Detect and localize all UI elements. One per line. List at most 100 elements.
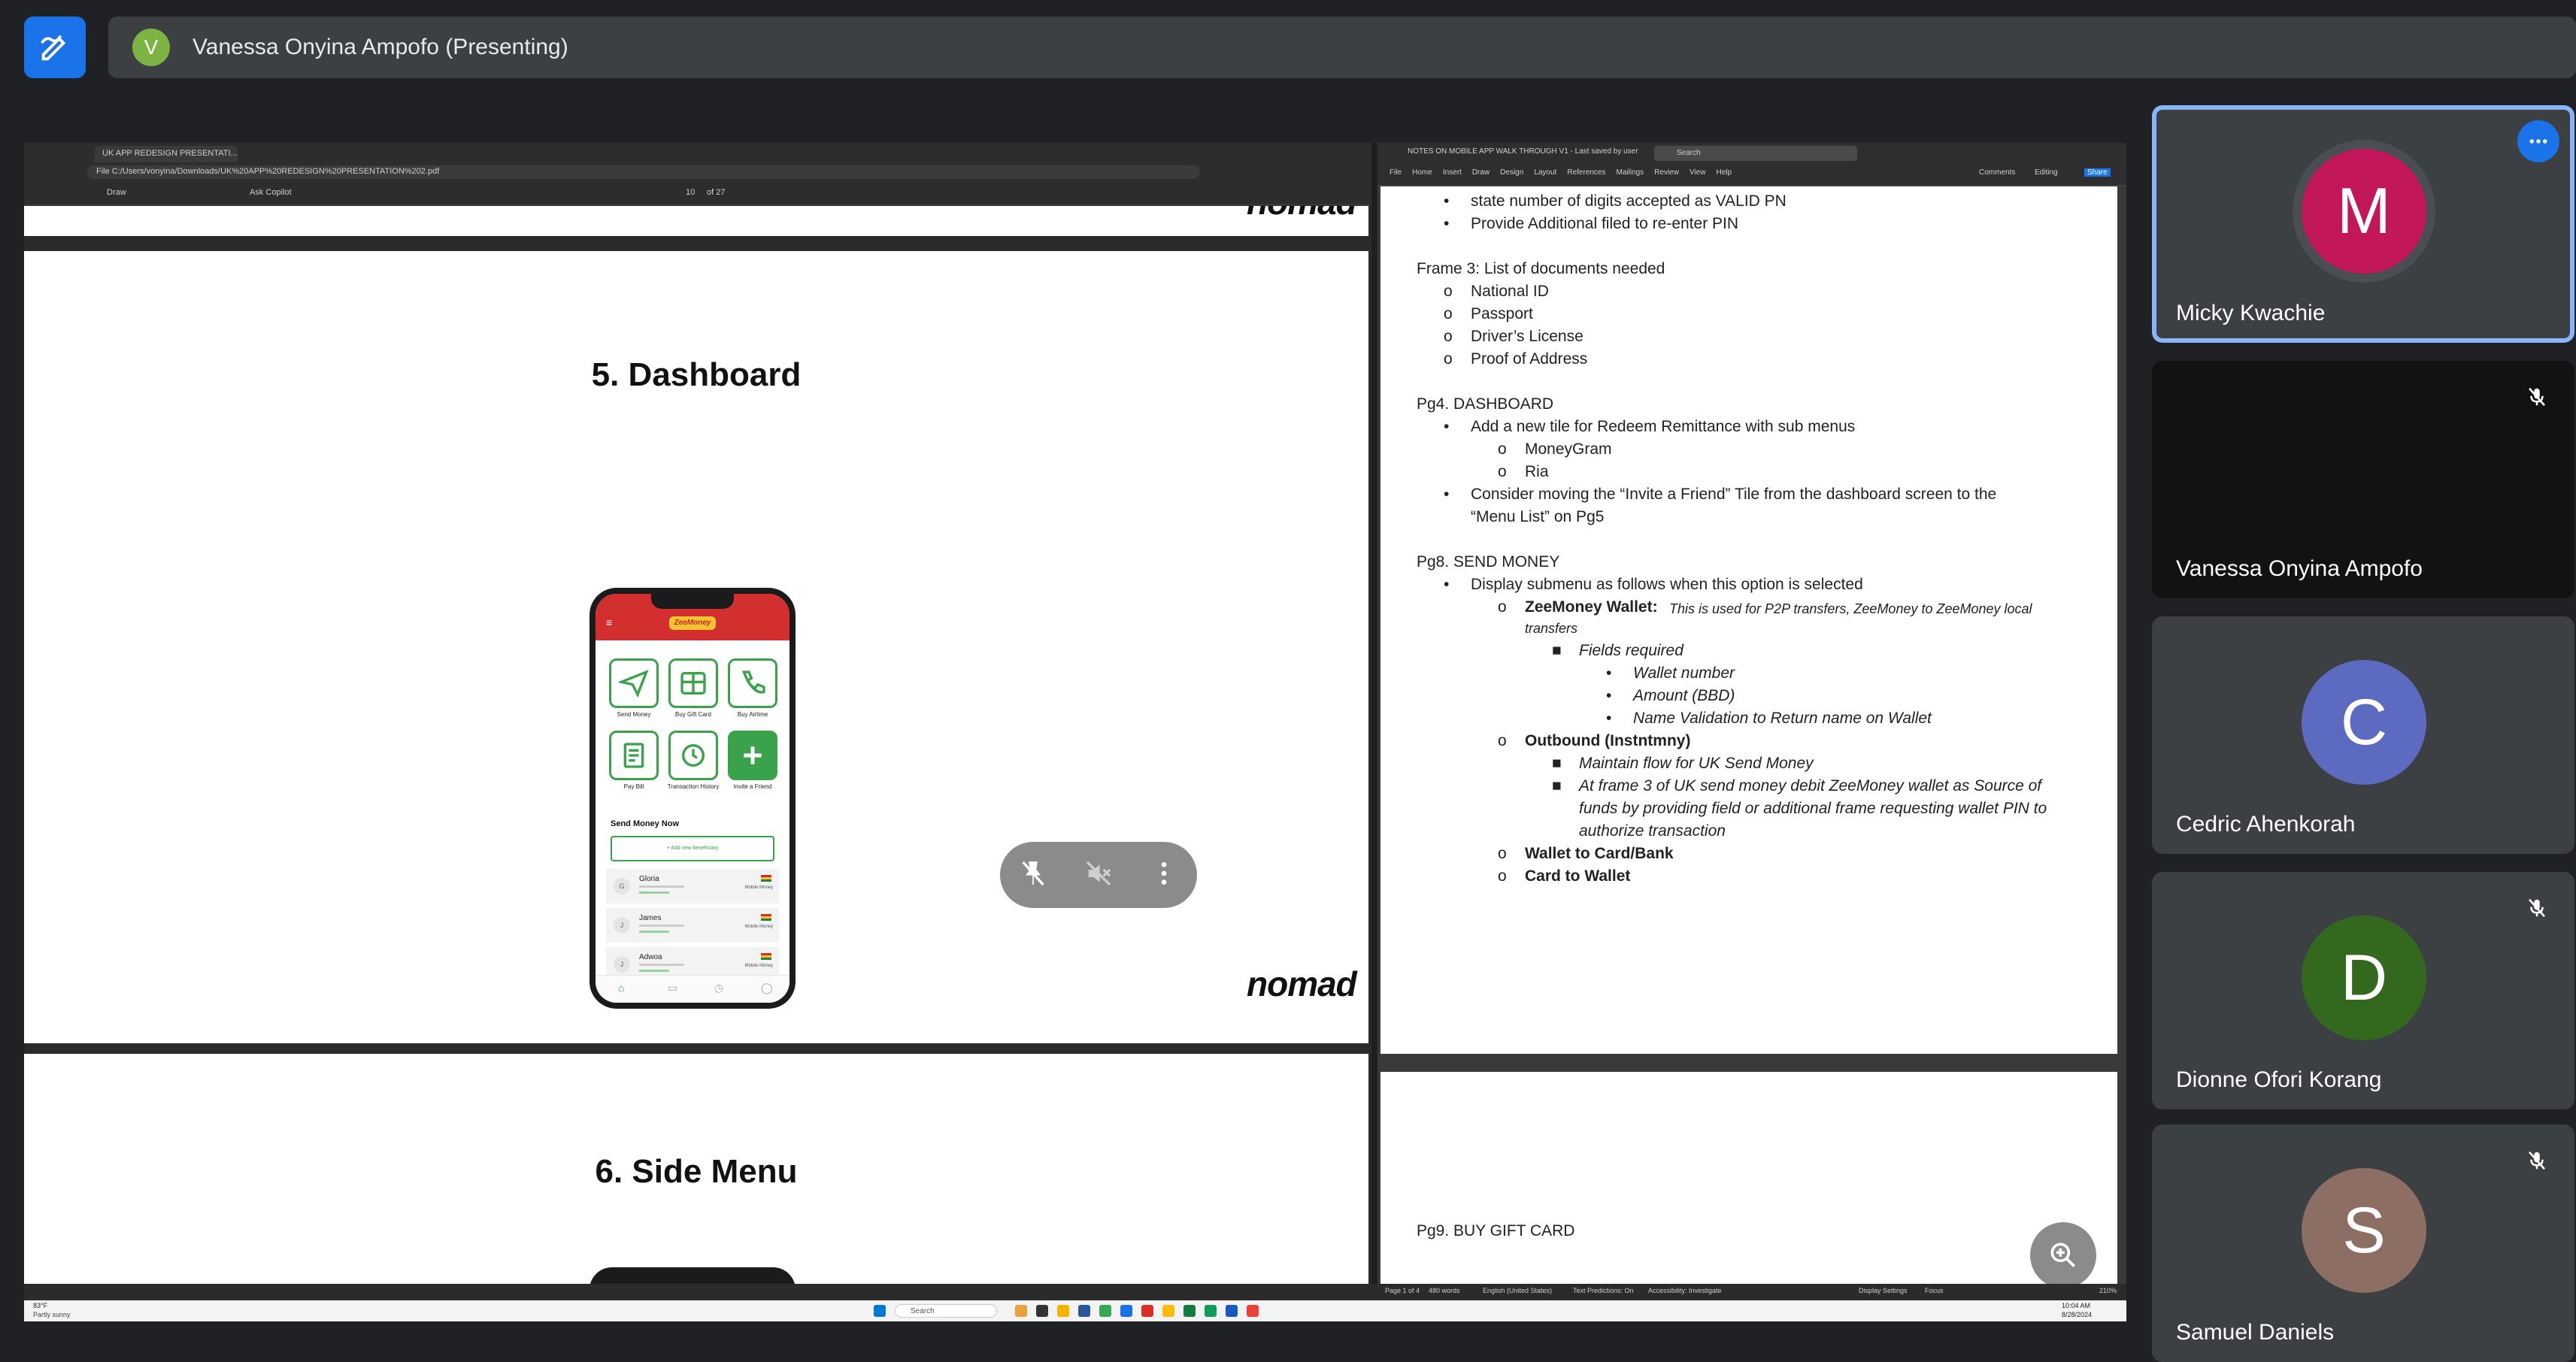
taskbar-app-icon[interactable] bbox=[1036, 1305, 1048, 1317]
participant-name: Vanessa Onyina Ampofo bbox=[2176, 556, 2423, 581]
ribbon-tab-draw[interactable]: Draw bbox=[1472, 168, 1490, 177]
share-button[interactable]: Share bbox=[2084, 168, 2111, 177]
ghana-flag-icon bbox=[761, 953, 771, 960]
floating-presentation-controls bbox=[1000, 842, 1197, 908]
doc-line: “Menu List” on Pg5 bbox=[1471, 508, 1605, 525]
profile-icon[interactable]: ◯ bbox=[761, 982, 773, 994]
participant-avatar: C bbox=[2302, 660, 2426, 785]
slide-title: 5. Dashboard bbox=[591, 356, 802, 393]
ghana-flag-icon bbox=[761, 914, 771, 921]
doc-line-bold: Wallet to Card/Bank bbox=[1525, 845, 1674, 862]
taskbar-app-icon[interactable] bbox=[1120, 1305, 1132, 1317]
taskbar-app-icon[interactable] bbox=[1226, 1305, 1238, 1317]
ribbon-tab-references[interactable]: References bbox=[1567, 168, 1605, 177]
pdf-ask-copilot-button[interactable]: Ask Copilot bbox=[250, 188, 292, 197]
ribbon-tab-insert[interactable]: Insert bbox=[1443, 168, 1462, 177]
participant-name: Dionne Ofori Korang bbox=[2176, 1067, 2382, 1092]
status-focus[interactable]: Focus bbox=[1925, 1287, 1944, 1294]
taskbar-app-icon[interactable] bbox=[1247, 1305, 1259, 1317]
doc-line-italic: Wallet number bbox=[1633, 664, 1735, 682]
clock-icon[interactable]: ◷ bbox=[714, 982, 723, 994]
taskbar-app-icon[interactable] bbox=[1183, 1305, 1196, 1317]
add-beneficiary-button[interactable]: + Add new beneficiary bbox=[611, 836, 774, 861]
taskbar-search[interactable]: Search bbox=[895, 1304, 997, 1318]
ribbon-tab-design[interactable]: Design bbox=[1500, 168, 1523, 177]
word-search-box[interactable]: Search bbox=[1654, 146, 1857, 161]
word-doc-title: NOTES ON MOBILE APP WALK THROUGH V1 - La… bbox=[1408, 147, 1638, 156]
more-options-button[interactable] bbox=[2517, 120, 2559, 162]
bill-icon bbox=[623, 743, 644, 768]
pdf-draw-button[interactable]: Draw bbox=[107, 188, 126, 197]
status-zoom[interactable]: 210% bbox=[2099, 1287, 2117, 1294]
more-options-icon[interactable] bbox=[1149, 858, 1179, 892]
pay-bill-tile[interactable] bbox=[609, 731, 659, 780]
ribbon-tab-home[interactable]: Home bbox=[1412, 168, 1432, 177]
doc-line: National ID bbox=[1471, 283, 1549, 300]
pen-edit-icon bbox=[41, 35, 66, 61]
pdf-tab-title: UK APP REDESIGN PRESENTATI... bbox=[102, 149, 238, 158]
beneficiary-provider: Mobile Money bbox=[744, 925, 773, 929]
participant-tile-dionne[interactable]: D Dionne Ofori Korang bbox=[2152, 872, 2574, 1109]
beneficiary-avatar: J bbox=[614, 917, 630, 934]
pdf-address-bar[interactable]: File C:/Users/vonyina/Downloads/UK%20APP… bbox=[87, 165, 1200, 179]
beneficiary-name: Gloria bbox=[639, 875, 659, 883]
send-money-tile[interactable] bbox=[609, 658, 659, 708]
volume-off-icon[interactable] bbox=[1083, 858, 1114, 892]
ribbon-tab-layout[interactable]: Layout bbox=[1534, 168, 1556, 177]
tile-label: Buy Airtime bbox=[737, 711, 768, 718]
pdf-page-number[interactable]: 10 bbox=[686, 188, 695, 197]
participant-tile-vanessa[interactable]: Vanessa Onyina Ampofo bbox=[2152, 361, 2574, 598]
tile-label: Transaction History bbox=[667, 783, 720, 790]
buy-airtime-tile[interactable] bbox=[728, 658, 777, 708]
taskbar-app-icon[interactable] bbox=[1099, 1305, 1111, 1317]
status-accessibility[interactable]: Accessibility: Investigate bbox=[1648, 1287, 1722, 1294]
home-icon[interactable]: ⌂ bbox=[618, 982, 624, 994]
transaction-history-tile[interactable] bbox=[668, 731, 718, 780]
meet-app-logo[interactable] bbox=[24, 17, 86, 78]
zoom-in-button[interactable] bbox=[2030, 1222, 2096, 1288]
taskbar-app-icon[interactable] bbox=[1078, 1305, 1090, 1317]
ribbon-tab-mailings[interactable]: Mailings bbox=[1616, 168, 1644, 177]
participant-tile-micky[interactable]: M Micky Kwachie bbox=[2152, 105, 2574, 343]
buy-gift-card-tile[interactable] bbox=[668, 658, 718, 708]
editing-button[interactable]: Editing bbox=[2035, 168, 2058, 177]
doc-line: Driver’s License bbox=[1471, 328, 1583, 345]
ribbon-tab-review[interactable]: Review bbox=[1654, 168, 1679, 177]
ribbon-tab-view[interactable]: View bbox=[1690, 168, 1706, 177]
beneficiary-avatar: J bbox=[614, 956, 630, 973]
taskbar-app-icon[interactable] bbox=[1057, 1305, 1069, 1317]
participant-tile-cedric[interactable]: C Cedric Ahenkorah bbox=[2152, 616, 2574, 854]
taskbar-app-icon[interactable] bbox=[1015, 1305, 1027, 1317]
comments-button[interactable]: Comments bbox=[1979, 168, 2015, 177]
doc-line: Add a new tile for Redeem Remittance wit… bbox=[1471, 418, 1856, 435]
taskbar-app-icon[interactable] bbox=[1162, 1305, 1174, 1317]
mic-off-icon bbox=[2522, 382, 2552, 412]
slide-title: 6. Side Menu bbox=[595, 1153, 798, 1190]
taskbar-app-icon[interactable] bbox=[1205, 1305, 1217, 1317]
pdf-page-total: of 27 bbox=[707, 188, 726, 197]
phone-notch bbox=[651, 594, 734, 609]
doc-line-bold: Outbound (Instntmny) bbox=[1525, 732, 1691, 749]
ribbon-tab-help[interactable]: Help bbox=[1716, 168, 1732, 177]
doc-line-italic: This is used for P2P transfers, ZeeMoney… bbox=[1669, 601, 2032, 616]
participant-tile-samuel[interactable]: S Samuel Daniels bbox=[2152, 1124, 2574, 1362]
status-display-settings[interactable]: Display Settings bbox=[1859, 1287, 1908, 1294]
pin-off-icon[interactable] bbox=[1018, 858, 1048, 892]
doc-line-italic: Fields required bbox=[1579, 642, 1683, 659]
phone-screen: ≡ ZeeMoney Send Money Buy Gift Card Buy … bbox=[596, 594, 789, 1003]
windows-taskbar: 83°F Partly sunny Search 10:04 AM 8/28/2… bbox=[24, 1300, 2126, 1321]
invite-friend-tile[interactable] bbox=[728, 731, 777, 780]
beneficiary-row[interactable]: G Gloria Mobile Money bbox=[606, 869, 779, 903]
participant-name: Cedric Ahenkorah bbox=[2176, 812, 2356, 837]
windows-start-icon[interactable] bbox=[874, 1305, 886, 1317]
tile-label: Send Money bbox=[617, 711, 651, 718]
pdf-page-side-menu: 6. Side Menu bbox=[24, 1054, 1368, 1284]
taskbar-app-icon[interactable] bbox=[1141, 1305, 1153, 1317]
ribbon-tab-file[interactable]: File bbox=[1390, 168, 1402, 177]
pdf-browser-tab[interactable]: UK APP REDESIGN PRESENTATI... bbox=[95, 146, 238, 162]
doc-line: Frame 3: List of documents needed bbox=[1417, 260, 1665, 277]
beneficiary-row[interactable]: J James Mobile Money bbox=[606, 908, 779, 943]
wallet-icon[interactable]: ▭ bbox=[668, 982, 677, 994]
menu-icon[interactable]: ≡ bbox=[606, 616, 612, 628]
word-status-bar: Page 1 of 4 480 words English (United St… bbox=[24, 1284, 2126, 1300]
